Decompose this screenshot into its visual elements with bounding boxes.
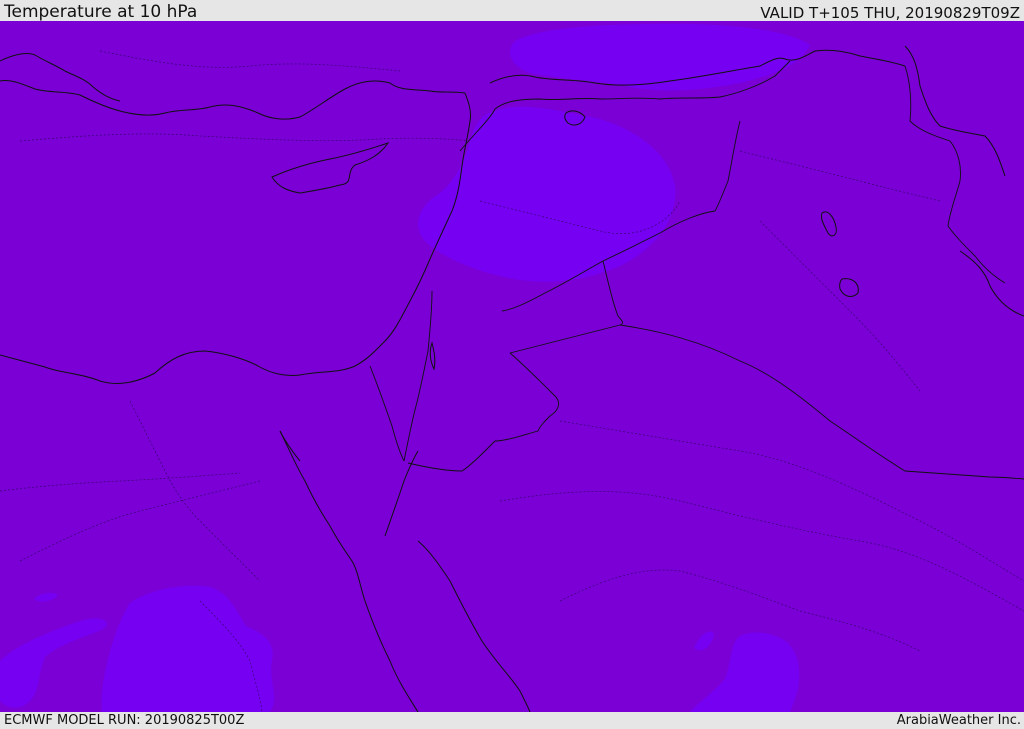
valid-time-label: VALID T+105 THU, 20190829T09Z bbox=[760, 4, 1020, 22]
model-run-label: ECMWF MODEL RUN: 20190825T00Z bbox=[4, 713, 245, 728]
map-title: Temperature at 10 hPa bbox=[4, 2, 198, 22]
footer-bar: ECMWF MODEL RUN: 20190825T00Z ArabiaWeat… bbox=[0, 712, 1024, 729]
map-canvas bbox=[0, 21, 1024, 712]
map-panel[interactable] bbox=[0, 21, 1024, 712]
credit-label: ArabiaWeather Inc. bbox=[896, 713, 1021, 728]
header-bar: Temperature at 10 hPa VALID T+105 THU, 2… bbox=[0, 0, 1024, 21]
